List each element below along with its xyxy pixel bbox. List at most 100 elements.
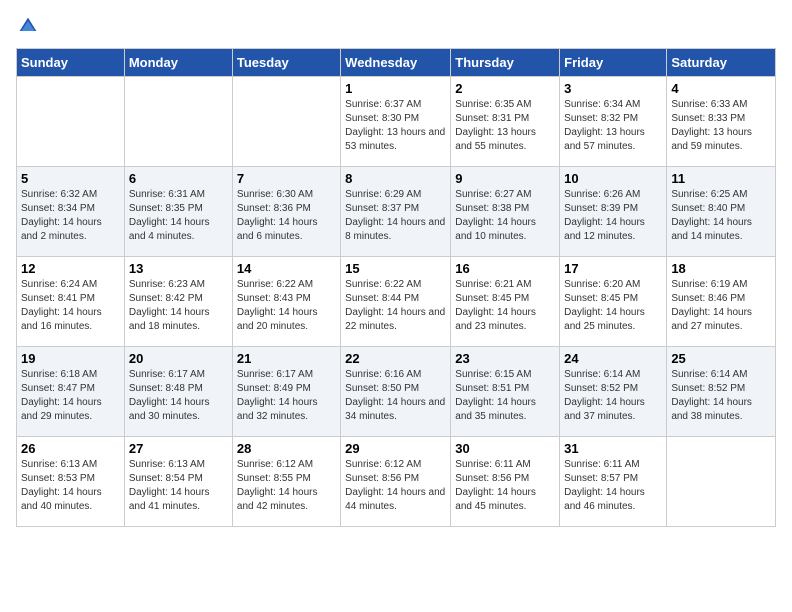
day-number: 6	[129, 171, 228, 186]
day-info: Sunrise: 6:37 AM Sunset: 8:30 PM Dayligh…	[345, 98, 446, 154]
calendar-cell: 7 Sunrise: 6:30 AM Sunset: 8:36 PM Daylig…	[232, 167, 340, 257]
day-number: 17	[564, 261, 662, 276]
day-number: 24	[564, 351, 662, 366]
day-number: 29	[345, 441, 446, 456]
day-info: Sunrise: 6:24 AM Sunset: 8:41 PM Dayligh…	[21, 278, 120, 334]
calendar-cell: 28Sunrise: 6:12 AM Sunset: 8:55 PM Dayli…	[232, 437, 340, 527]
day-number: 10	[564, 171, 662, 186]
day-info: Sunrise: 6:19 AM Sunset: 8:46 PM Dayligh…	[671, 278, 771, 334]
day-number: 3	[564, 81, 662, 96]
calendar-week-row: 1 Sunrise: 6:37 AM Sunset: 8:30 PM Daylig…	[17, 77, 776, 167]
day-info: Sunrise: 6:20 AM Sunset: 8:45 PM Dayligh…	[564, 278, 662, 334]
calendar-header-row: SundayMondayTuesdayWednesdayThursdayFrid…	[17, 49, 776, 77]
calendar-table: SundayMondayTuesdayWednesdayThursdayFrid…	[16, 48, 776, 527]
day-info: Sunrise: 6:14 AM Sunset: 8:52 PM Dayligh…	[671, 368, 771, 424]
calendar-cell: 20Sunrise: 6:17 AM Sunset: 8:48 PM Dayli…	[124, 347, 232, 437]
day-info: Sunrise: 6:35 AM Sunset: 8:31 PM Dayligh…	[455, 98, 555, 154]
column-header-wednesday: Wednesday	[341, 49, 451, 77]
calendar-cell: 1 Sunrise: 6:37 AM Sunset: 8:30 PM Daylig…	[341, 77, 451, 167]
calendar-cell: 19 Sunrise: 6:18 AM Sunset: 8:47 PM Dayli…	[17, 347, 125, 437]
day-number: 14	[237, 261, 336, 276]
calendar-cell: 5Sunrise: 6:32 AM Sunset: 8:34 PM Daylig…	[17, 167, 125, 257]
calendar-cell: 31 Sunrise: 6:11 AM Sunset: 8:57 PM Dayli…	[560, 437, 667, 527]
calendar-cell: 14Sunrise: 6:22 AM Sunset: 8:43 PM Dayli…	[232, 257, 340, 347]
day-info: Sunrise: 6:13 AM Sunset: 8:54 PM Dayligh…	[129, 458, 228, 514]
calendar-cell: 30 Sunrise: 6:11 AM Sunset: 8:56 PM Dayli…	[451, 437, 560, 527]
column-header-thursday: Thursday	[451, 49, 560, 77]
day-info: Sunrise: 6:31 AM Sunset: 8:35 PM Dayligh…	[129, 188, 228, 244]
day-info: Sunrise: 6:18 AM Sunset: 8:47 PM Dayligh…	[21, 368, 120, 424]
day-number: 12	[21, 261, 120, 276]
calendar-cell	[667, 437, 776, 527]
day-number: 8	[345, 171, 446, 186]
day-number: 31	[564, 441, 662, 456]
calendar-cell: 10 Sunrise: 6:26 AM Sunset: 8:39 PM Dayli…	[560, 167, 667, 257]
day-number: 26	[21, 441, 120, 456]
day-number: 9	[455, 171, 555, 186]
day-number: 16	[455, 261, 555, 276]
day-number: 30	[455, 441, 555, 456]
day-info: Sunrise: 6:12 AM Sunset: 8:56 PM Dayligh…	[345, 458, 446, 514]
day-info: Sunrise: 6:30 AM Sunset: 8:36 PM Dayligh…	[237, 188, 336, 244]
calendar-cell: 4 Sunrise: 6:33 AM Sunset: 8:33 PM Daylig…	[667, 77, 776, 167]
calendar-cell: 8 Sunrise: 6:29 AM Sunset: 8:37 PM Daylig…	[341, 167, 451, 257]
column-header-tuesday: Tuesday	[232, 49, 340, 77]
calendar-cell: 27 Sunrise: 6:13 AM Sunset: 8:54 PM Dayli…	[124, 437, 232, 527]
column-header-friday: Friday	[560, 49, 667, 77]
logo	[16, 16, 38, 36]
day-number: 23	[455, 351, 555, 366]
calendar-cell: 15 Sunrise: 6:22 AM Sunset: 8:44 PM Dayli…	[341, 257, 451, 347]
day-info: Sunrise: 6:32 AM Sunset: 8:34 PM Dayligh…	[21, 188, 120, 244]
calendar-cell: 12 Sunrise: 6:24 AM Sunset: 8:41 PM Dayli…	[17, 257, 125, 347]
calendar-cell: 21 Sunrise: 6:17 AM Sunset: 8:49 PM Dayli…	[232, 347, 340, 437]
day-number: 19	[21, 351, 120, 366]
day-info: Sunrise: 6:16 AM Sunset: 8:50 PM Dayligh…	[345, 368, 446, 424]
day-info: Sunrise: 6:26 AM Sunset: 8:39 PM Dayligh…	[564, 188, 662, 244]
day-info: Sunrise: 6:15 AM Sunset: 8:51 PM Dayligh…	[455, 368, 555, 424]
calendar-cell: 29 Sunrise: 6:12 AM Sunset: 8:56 PM Dayli…	[341, 437, 451, 527]
day-number: 27	[129, 441, 228, 456]
calendar-week-row: 5Sunrise: 6:32 AM Sunset: 8:34 PM Daylig…	[17, 167, 776, 257]
calendar-week-row: 12 Sunrise: 6:24 AM Sunset: 8:41 PM Dayli…	[17, 257, 776, 347]
calendar-cell: 11Sunrise: 6:25 AM Sunset: 8:40 PM Dayli…	[667, 167, 776, 257]
day-number: 20	[129, 351, 228, 366]
day-info: Sunrise: 6:14 AM Sunset: 8:52 PM Dayligh…	[564, 368, 662, 424]
calendar-cell: 6 Sunrise: 6:31 AM Sunset: 8:35 PM Daylig…	[124, 167, 232, 257]
day-number: 25	[671, 351, 771, 366]
day-info: Sunrise: 6:29 AM Sunset: 8:37 PM Dayligh…	[345, 188, 446, 244]
day-number: 7	[237, 171, 336, 186]
day-number: 22	[345, 351, 446, 366]
calendar-cell	[17, 77, 125, 167]
calendar-week-row: 26 Sunrise: 6:13 AM Sunset: 8:53 PM Dayli…	[17, 437, 776, 527]
day-number: 2	[455, 81, 555, 96]
calendar-cell	[232, 77, 340, 167]
calendar-cell: 17 Sunrise: 6:20 AM Sunset: 8:45 PM Dayli…	[560, 257, 667, 347]
day-number: 15	[345, 261, 446, 276]
day-number: 1	[345, 81, 446, 96]
column-header-saturday: Saturday	[667, 49, 776, 77]
calendar-cell: 9 Sunrise: 6:27 AM Sunset: 8:38 PM Daylig…	[451, 167, 560, 257]
day-info: Sunrise: 6:33 AM Sunset: 8:33 PM Dayligh…	[671, 98, 771, 154]
calendar-cell	[124, 77, 232, 167]
calendar-cell: 22 Sunrise: 6:16 AM Sunset: 8:50 PM Dayli…	[341, 347, 451, 437]
calendar-cell: 16 Sunrise: 6:21 AM Sunset: 8:45 PM Dayli…	[451, 257, 560, 347]
calendar-week-row: 19 Sunrise: 6:18 AM Sunset: 8:47 PM Dayli…	[17, 347, 776, 437]
page-header	[16, 16, 776, 36]
day-info: Sunrise: 6:12 AM Sunset: 8:55 PM Dayligh…	[237, 458, 336, 514]
day-number: 4	[671, 81, 771, 96]
calendar-cell: 24 Sunrise: 6:14 AM Sunset: 8:52 PM Dayli…	[560, 347, 667, 437]
day-number: 11	[671, 171, 771, 186]
day-info: Sunrise: 6:11 AM Sunset: 8:56 PM Dayligh…	[455, 458, 555, 514]
calendar-cell: 2 Sunrise: 6:35 AM Sunset: 8:31 PM Daylig…	[451, 77, 560, 167]
day-info: Sunrise: 6:11 AM Sunset: 8:57 PM Dayligh…	[564, 458, 662, 514]
day-number: 21	[237, 351, 336, 366]
day-number: 13	[129, 261, 228, 276]
day-info: Sunrise: 6:17 AM Sunset: 8:49 PM Dayligh…	[237, 368, 336, 424]
calendar-cell: 25 Sunrise: 6:14 AM Sunset: 8:52 PM Dayli…	[667, 347, 776, 437]
day-info: Sunrise: 6:22 AM Sunset: 8:44 PM Dayligh…	[345, 278, 446, 334]
day-info: Sunrise: 6:13 AM Sunset: 8:53 PM Dayligh…	[21, 458, 120, 514]
day-info: Sunrise: 6:27 AM Sunset: 8:38 PM Dayligh…	[455, 188, 555, 244]
calendar-cell: 23 Sunrise: 6:15 AM Sunset: 8:51 PM Dayli…	[451, 347, 560, 437]
day-info: Sunrise: 6:21 AM Sunset: 8:45 PM Dayligh…	[455, 278, 555, 334]
day-number: 18	[671, 261, 771, 276]
